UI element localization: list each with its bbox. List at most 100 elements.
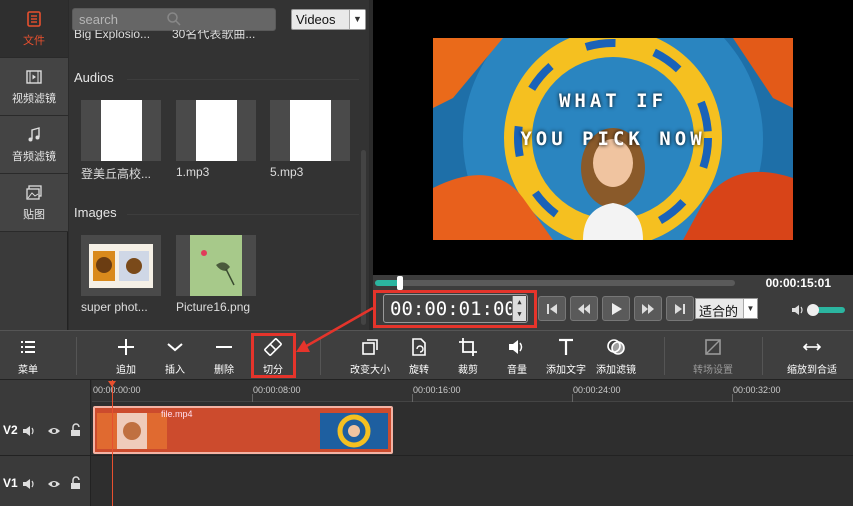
volume-button[interactable]: 音量 bbox=[489, 337, 545, 376]
tab-video-filter-label: 视频滤镜 bbox=[12, 92, 56, 105]
add-filter-button[interactable]: 添加滤镜 bbox=[588, 337, 644, 376]
tab-sticker-label: 贴图 bbox=[23, 208, 45, 221]
ruler-tick bbox=[252, 394, 253, 402]
add-text-button[interactable]: 添加文字 bbox=[538, 337, 594, 376]
delete-button-label: 删除 bbox=[214, 365, 234, 376]
playhead-line[interactable] bbox=[112, 380, 113, 506]
ruler-tick-label: 00:00:08:00 bbox=[253, 385, 301, 395]
toolbar-divider bbox=[76, 337, 77, 375]
speaker-icon[interactable] bbox=[22, 424, 36, 438]
menu-list-icon bbox=[21, 341, 35, 353]
resize-icon bbox=[362, 339, 378, 355]
rotate-icon bbox=[412, 338, 426, 356]
volume-handle[interactable] bbox=[807, 304, 819, 316]
image-thumbnail bbox=[81, 235, 161, 296]
tab-bar-filler bbox=[0, 232, 67, 330]
audio-thumbnail bbox=[81, 100, 161, 161]
tab-video-filter[interactable]: 视频滤镜 bbox=[0, 58, 68, 116]
track-label: V2 bbox=[3, 423, 18, 437]
resize-button-label: 改变大小 bbox=[350, 365, 390, 376]
toolbar-divider bbox=[762, 337, 763, 375]
zoom-to-fit-label: 缩放到合适 bbox=[787, 365, 837, 376]
audio-item[interactable]: 1.mp3 bbox=[176, 100, 256, 179]
section-divider bbox=[127, 79, 359, 80]
media-type-value: Videos bbox=[296, 12, 336, 27]
speaker-icon[interactable] bbox=[791, 303, 805, 317]
track-v1: V1 bbox=[0, 457, 853, 506]
menu-button-label: 菜单 bbox=[18, 365, 38, 376]
plus-icon bbox=[118, 339, 134, 355]
skip-end-button[interactable] bbox=[666, 296, 694, 321]
clip-end-thumbnail bbox=[320, 413, 388, 449]
tab-file[interactable]: 文件 bbox=[0, 0, 68, 58]
add-text-button-label: 添加文字 bbox=[546, 365, 586, 376]
eye-icon[interactable] bbox=[47, 477, 61, 491]
zoom-to-fit-button[interactable]: 缩放到合适 bbox=[784, 337, 840, 376]
transition-icon bbox=[705, 339, 721, 355]
audio-item-label: 5.mp3 bbox=[270, 165, 304, 179]
add-filter-button-label: 添加滤镜 bbox=[596, 365, 636, 376]
ruler-tick-label: 00:00:24:00 bbox=[573, 385, 621, 395]
media-library: Videos ▼ Big Explosio... 30名代表歌曲... Audi… bbox=[69, 0, 369, 330]
fast-forward-button[interactable] bbox=[634, 296, 662, 321]
minus-icon bbox=[216, 346, 232, 348]
eye-icon[interactable] bbox=[47, 424, 61, 438]
rotate-button-label: 旋转 bbox=[409, 365, 429, 376]
edit-toolbar: 菜单 追加 插入 删除 切分 改变大小 旋转 裁剪 音量 添加文字 添加滤镜 转… bbox=[0, 330, 853, 380]
library-scrollbar[interactable] bbox=[361, 150, 366, 325]
audio-item[interactable]: 登美丘高校... bbox=[81, 100, 161, 182]
audio-item[interactable]: 5.mp3 bbox=[270, 100, 350, 179]
insert-button[interactable]: 插入 bbox=[147, 337, 203, 376]
fast-forward-icon bbox=[642, 303, 654, 314]
tab-audio-filter[interactable]: 音频滤镜 bbox=[0, 116, 68, 174]
ruler-tick-label: 00:00:00:00 bbox=[93, 385, 141, 395]
resize-button[interactable]: 改变大小 bbox=[342, 337, 398, 376]
append-button[interactable]: 追加 bbox=[98, 337, 154, 376]
video-frame[interactable]: WHAT IF YOU PICK NOW bbox=[433, 38, 793, 240]
speaker-icon[interactable] bbox=[22, 477, 36, 491]
unlock-icon[interactable] bbox=[69, 423, 83, 437]
time-ruler[interactable]: 00:00:00:00 00:00:08:00 00:00:16:00 00:0… bbox=[92, 380, 853, 402]
image-item[interactable]: super phot... bbox=[81, 235, 161, 314]
section-divider bbox=[127, 214, 359, 215]
play-button[interactable] bbox=[602, 296, 630, 321]
image-item[interactable]: Picture16.png bbox=[176, 235, 256, 314]
append-button-label: 追加 bbox=[116, 365, 136, 376]
rewind-button[interactable] bbox=[570, 296, 598, 321]
crop-button[interactable]: 裁剪 bbox=[440, 337, 496, 376]
delete-button[interactable]: 删除 bbox=[196, 337, 252, 376]
overlay-text-line: YOU PICK NOW bbox=[520, 128, 706, 150]
video-item-label: Big Explosio... bbox=[74, 30, 151, 40]
ruler-tick-label: 00:00:16:00 bbox=[413, 385, 461, 395]
audio-item-label: 登美丘高校... bbox=[81, 167, 152, 181]
timecode-highlight-frame bbox=[373, 290, 537, 328]
images-section-title: Images bbox=[74, 205, 117, 220]
menu-button[interactable]: 菜单 bbox=[0, 337, 56, 376]
media-type-select[interactable]: Videos ▼ bbox=[291, 9, 366, 30]
tab-audio-filter-label: 音频滤镜 bbox=[12, 150, 56, 163]
playhead-handle[interactable] bbox=[108, 381, 116, 387]
timeline-clip[interactable]: file.mp4 bbox=[93, 406, 393, 454]
zoom-fit-select[interactable]: 适合的 ▼ bbox=[695, 298, 758, 319]
search-icon[interactable] bbox=[166, 11, 182, 27]
fit-width-icon bbox=[802, 343, 822, 351]
image-stack-icon bbox=[26, 184, 42, 200]
skip-end-icon bbox=[675, 303, 685, 314]
play-icon bbox=[612, 302, 622, 315]
audio-thumbnail bbox=[270, 100, 350, 161]
transition-settings-button[interactable]: 转场设置 bbox=[685, 337, 741, 376]
chevron-down-icon: ▼ bbox=[349, 10, 365, 29]
zoom-fit-value: 适合的 bbox=[699, 304, 739, 319]
unlock-icon[interactable] bbox=[69, 476, 83, 490]
progress-slider[interactable] bbox=[375, 276, 735, 290]
volume-slider[interactable] bbox=[807, 304, 845, 316]
rotate-button[interactable]: 旋转 bbox=[391, 337, 447, 376]
skip-start-button[interactable] bbox=[538, 296, 566, 321]
toolbar-divider bbox=[320, 337, 321, 375]
image-thumbnail bbox=[176, 235, 256, 296]
progress-handle[interactable] bbox=[397, 276, 404, 290]
tab-sticker[interactable]: 贴图 bbox=[0, 174, 68, 232]
ruler-tick bbox=[412, 394, 413, 402]
overlay-text-line: WHAT IF bbox=[558, 90, 668, 112]
crop-button-label: 裁剪 bbox=[458, 365, 478, 376]
